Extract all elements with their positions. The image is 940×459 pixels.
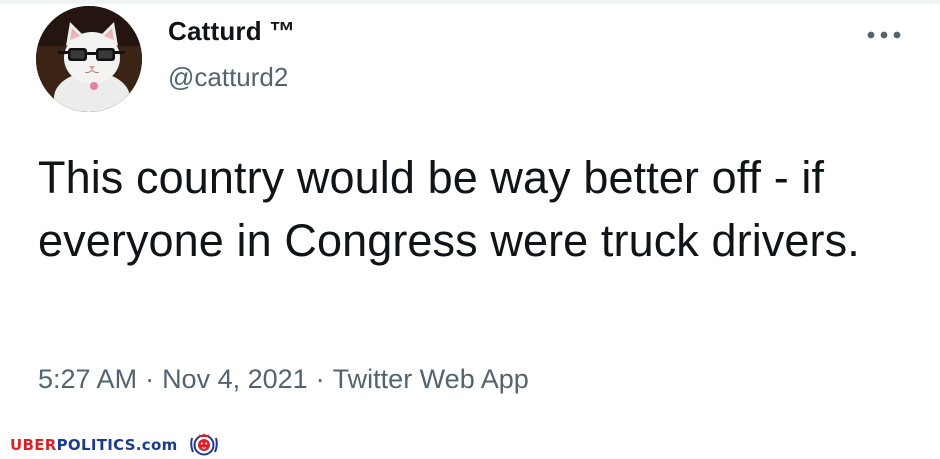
watermark: UBERPOLITICS.com <box>10 432 220 458</box>
user-handle[interactable]: @catturd2 <box>168 62 288 93</box>
more-options-button[interactable] <box>862 22 906 48</box>
watermark-text: UBERPOLITICS.com <box>10 436 178 454</box>
tweet-time-link[interactable]: 5:27 AM · Nov 4, 2021 <box>38 364 308 394</box>
more-horizontal-icon <box>867 31 901 39</box>
tweet-metadata: 5:27 AM · Nov 4, 2021 · Twitter Web App <box>38 364 529 395</box>
top-border <box>0 0 940 4</box>
display-name[interactable]: Catturd ™ <box>168 16 295 47</box>
watermark-suffix: POLITICS.com <box>56 436 178 454</box>
tweet-date: Nov 4, 2021 <box>162 364 308 394</box>
cat-avatar-image <box>36 6 142 112</box>
tweet-source-link[interactable]: Twitter Web App <box>333 364 529 394</box>
meta-separator: · <box>145 364 155 394</box>
lion-crest-icon <box>189 433 218 456</box>
tweet-time: 5:27 AM <box>38 364 138 394</box>
meta-separator: · <box>315 364 325 394</box>
tweet-text: This country would be way better off - i… <box>38 152 860 266</box>
watermark-prefix: UBER <box>10 436 57 454</box>
avatar[interactable] <box>36 6 142 112</box>
